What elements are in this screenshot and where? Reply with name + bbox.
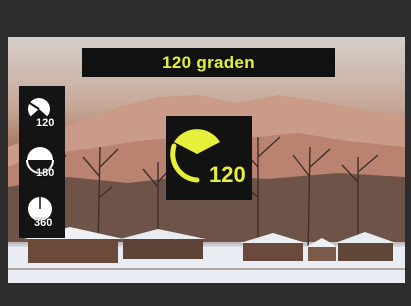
option-360-label: 360 bbox=[34, 217, 53, 229]
angle-180-icon bbox=[26, 147, 54, 174]
option-120[interactable]: 120 bbox=[19, 90, 65, 136]
mode-title-banner: 120 graden bbox=[82, 48, 335, 77]
option-180-label: 180 bbox=[36, 167, 55, 179]
mode-title: 120 graden bbox=[162, 52, 255, 72]
selected-angle-label: 120 bbox=[209, 162, 246, 187]
angle-120-icon bbox=[27, 98, 50, 122]
option-120-label: 120 bbox=[36, 117, 55, 129]
left-frame-edge bbox=[0, 37, 8, 283]
option-180[interactable]: 180 bbox=[19, 140, 65, 186]
top-frame-bar bbox=[0, 0, 411, 37]
selected-angle-indicator: 120 bbox=[166, 116, 252, 200]
angle-option-menu: 120 180 360 bbox=[19, 86, 65, 238]
angle-360-icon bbox=[28, 197, 52, 221]
right-frame-edge bbox=[405, 37, 411, 283]
option-360[interactable]: 360 bbox=[19, 190, 65, 236]
bottom-frame-bar bbox=[0, 283, 411, 306]
camera-screen: 120 graden 120 180 360 120 bbox=[0, 0, 411, 306]
